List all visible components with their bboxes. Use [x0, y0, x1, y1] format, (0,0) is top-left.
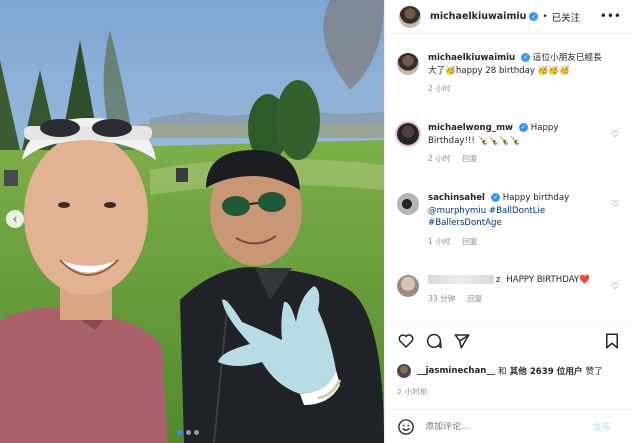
comment-like-heart-icon[interactable]: ♡: [611, 130, 619, 140]
golf-selfie-image: [0, 0, 384, 443]
comment-body: michaelwong_mw ✓ Happy Birthday!!! 🍾🍾🍾🍾 2…: [428, 122, 604, 166]
post-timestamp[interactable]: 2 小时前: [397, 386, 428, 397]
carousel-dot: [194, 430, 199, 435]
bookmark-icon[interactable]: [603, 332, 621, 350]
comment-item: z HAPPY BIRTHDAY❤️ 33 分钟 回复 ♡: [397, 274, 623, 305]
verified-badge-icon: ✓: [519, 123, 528, 132]
caption-avatar[interactable]: [397, 53, 419, 75]
verified-badge-icon: ✓: [529, 12, 539, 21]
follow-status-button[interactable]: 已关注: [552, 10, 581, 24]
carousel-dot: [186, 430, 191, 435]
verified-badge-icon: ✓: [521, 53, 531, 62]
likes-joiner: 和: [498, 367, 507, 377]
comment-time[interactable]: 2 小时: [428, 153, 450, 166]
comment-body: z HAPPY BIRTHDAY❤️ 33 分钟 回复: [428, 274, 604, 305]
caption-time[interactable]: 2 小时: [428, 83, 450, 96]
action-bar: [385, 322, 632, 358]
caption-meta: 2 小时: [428, 83, 604, 96]
comment-username[interactable]: sachinsahel: [428, 193, 485, 203]
comment-meta: 2 小时 回复: [428, 153, 604, 166]
emoji-icon[interactable]: [397, 418, 415, 436]
likes-others-link[interactable]: 其他 2639 位用户: [510, 365, 583, 377]
comment-item: michaelwong_mw ✓ Happy Birthday!!! 🍾🍾🍾🍾 2…: [397, 122, 623, 166]
reply-button[interactable]: 回复: [467, 293, 482, 306]
chevron-left-icon: ‹: [12, 212, 18, 226]
comment-input[interactable]: [425, 421, 593, 432]
comment-like-heart-icon[interactable]: ♡: [611, 200, 619, 210]
caption-body: michaelkiuwaimiu ✓ 這位小朋友已經長大了🥳happy 28 bi…: [428, 52, 604, 96]
header-separator: •: [542, 11, 548, 22]
comment-text: HAPPY BIRTHDAY❤️: [506, 275, 590, 285]
add-comment-bar: 发布: [385, 409, 632, 443]
comment-username[interactable]: michaelwong_mw: [428, 123, 513, 133]
comment-text: Happy birthday: [502, 193, 570, 203]
liked-by-username[interactable]: __jasminechan__: [417, 366, 495, 376]
commenter-avatar[interactable]: [397, 275, 419, 297]
commenter-avatar[interactable]: [397, 123, 419, 145]
comment-username-suffix[interactable]: z: [496, 275, 501, 285]
post-comment-button[interactable]: 发布: [593, 420, 611, 433]
verified-badge-icon: ✓: [491, 193, 500, 202]
instagram-post: ‹ michaelkiuwaimiu ✓ • 已关注 ••• michaelki…: [0, 0, 632, 443]
caption: michaelkiuwaimiu ✓ 這位小朋友已經長大了🥳happy 28 bi…: [397, 52, 623, 96]
liker-avatar[interactable]: [397, 364, 411, 378]
likes-summary: __jasminechan__ 和 其他 2639 位用户 赞了: [397, 364, 603, 378]
likes-suffix: 赞了: [585, 367, 603, 377]
carousel-dot: [178, 430, 183, 435]
author-username[interactable]: michaelkiuwaimiu: [430, 11, 526, 22]
carousel-dots: [178, 430, 199, 435]
post-header: michaelkiuwaimiu ✓ • 已关注 •••: [385, 0, 632, 34]
mention-link[interactable]: @murphymiu: [428, 206, 486, 216]
blurred-username: [428, 275, 494, 284]
reply-button[interactable]: 回复: [462, 236, 477, 249]
comment-like-heart-icon[interactable]: ♡: [611, 282, 619, 292]
comment-meta: 1 小时 回复: [428, 236, 604, 249]
author-avatar[interactable]: [399, 5, 421, 28]
post-side-panel: michaelkiuwaimiu ✓ • 已关注 ••• michaelkiuw…: [384, 0, 632, 443]
comment-time[interactable]: 33 分钟: [428, 293, 455, 306]
share-icon[interactable]: [453, 332, 471, 350]
hashtag-link[interactable]: #BallDontLie: [489, 206, 545, 216]
comment-time[interactable]: 1 小时: [428, 236, 450, 249]
carousel-prev-button[interactable]: ‹: [6, 210, 24, 228]
comments-list: michaelkiuwaimiu ✓ 這位小朋友已經長大了🥳happy 28 bi…: [385, 34, 632, 320]
comment-body: sachinsahel ✓ Happy birthday @murphymiu #…: [428, 192, 604, 248]
ellipsis-icon[interactable]: •••: [600, 9, 621, 23]
commenter-avatar[interactable]: [397, 193, 419, 215]
heart-icon[interactable]: [397, 332, 415, 350]
reply-button[interactable]: 回复: [462, 153, 477, 166]
comment-icon[interactable]: [425, 332, 443, 350]
caption-username[interactable]: michaelkiuwaimiu: [428, 53, 515, 63]
hashtag-link[interactable]: #BallersDontAge: [428, 218, 502, 228]
post-photo[interactable]: ‹: [0, 0, 384, 443]
comment-meta: 33 分钟 回复: [428, 293, 604, 306]
comment-item: sachinsahel ✓ Happy birthday @murphymiu #…: [397, 192, 623, 248]
